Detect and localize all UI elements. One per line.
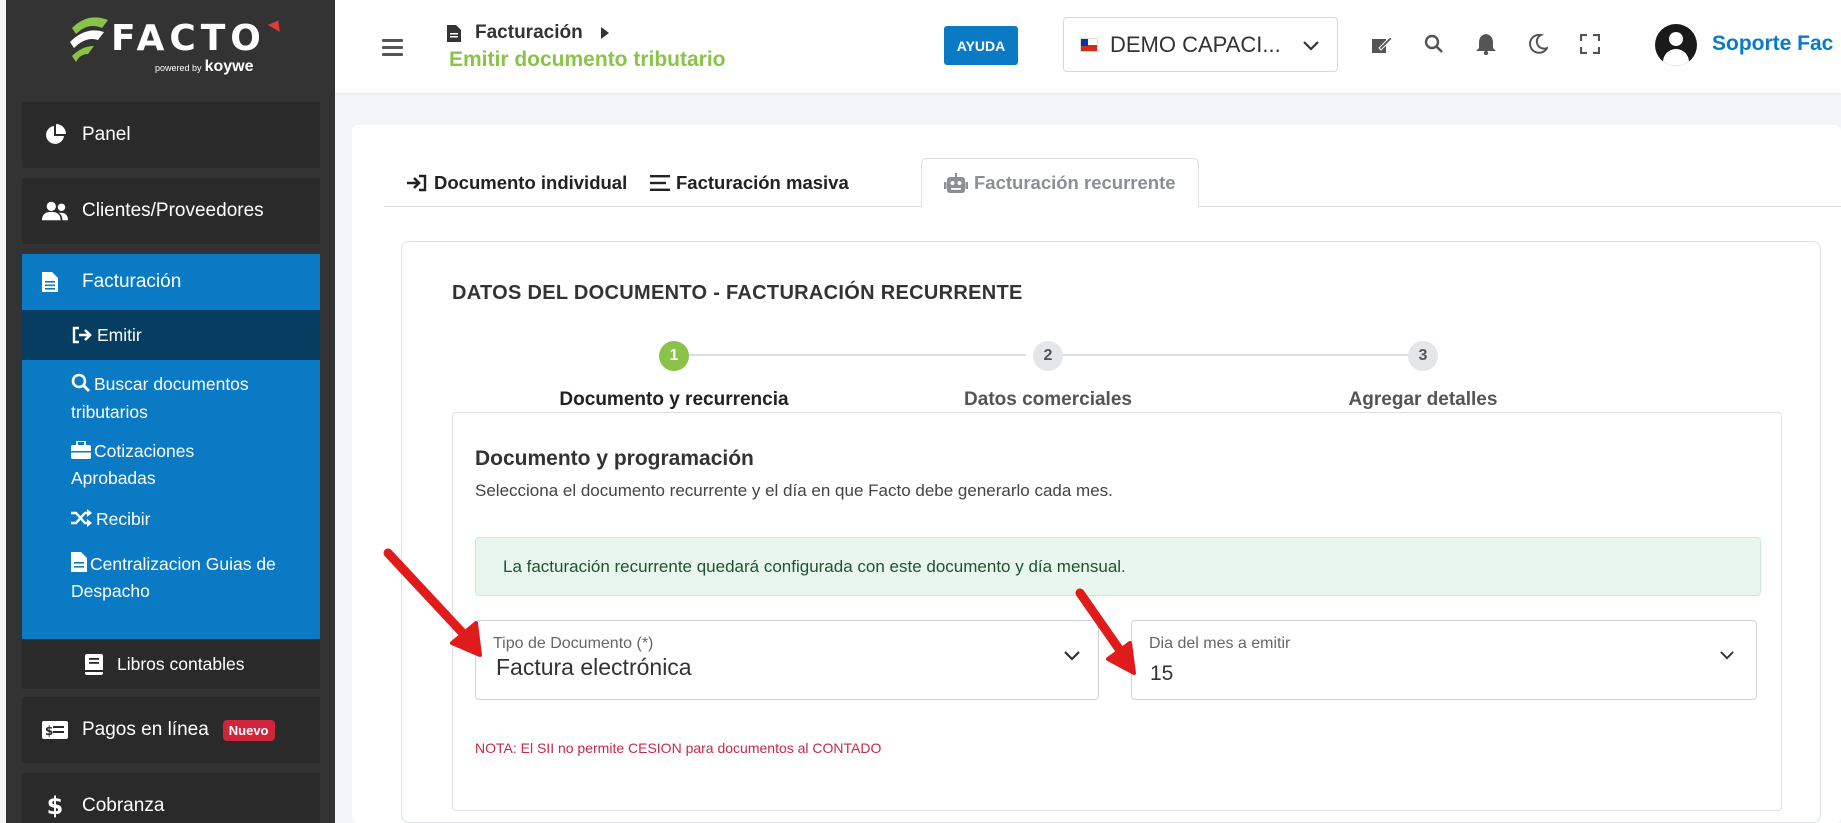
sidebar-item-libros[interactable]: Libros contables (22, 639, 320, 689)
annotation-arrow-icon (1075, 588, 1136, 675)
step-3-circle[interactable]: 3 (1408, 341, 1438, 371)
sidebar-subitem-recibir[interactable]: Recibir (22, 491, 320, 534)
chile-flag-icon (1080, 37, 1098, 52)
book-icon (83, 653, 105, 675)
sign-out-icon (71, 326, 93, 344)
form-title: DATOS DEL DOCUMENTO - FACTURACIÓN RECURR… (452, 282, 1023, 304)
sidebar-item-label: Pagos en línea (82, 719, 209, 740)
chevron-down-icon (1303, 41, 1319, 51)
sidebar-subitem-label: Recibir (96, 509, 151, 529)
file-icon (42, 272, 68, 292)
file-icon (447, 24, 461, 42)
fullscreen-icon[interactable] (1578, 32, 1602, 56)
step-1-circle[interactable]: 1 (659, 341, 689, 371)
search-icon (71, 373, 91, 400)
company-select[interactable]: DEMO CAPACI... (1063, 17, 1338, 72)
file-icon (71, 552, 87, 579)
tab-documento-individual[interactable]: Documento individual (406, 158, 627, 207)
tab-label: Facturación recurrente (974, 172, 1176, 193)
wizard-stepper: 1 2 3 Documento y recurrencia Datos come… (452, 337, 1782, 410)
sidebar-subitem-label: Emitir (97, 324, 142, 345)
avatar[interactable] (1655, 24, 1697, 66)
company-name: DEMO CAPACI... (1110, 31, 1281, 57)
bell-icon[interactable] (1474, 32, 1498, 56)
caret-right-icon (600, 27, 609, 39)
step-2-label: Datos comerciales (964, 389, 1132, 410)
tab-facturacion-recurrente[interactable]: Facturación recurrente (921, 158, 1199, 208)
document-type-label: Tipo de Documento (*) (493, 635, 654, 652)
sidebar-subitem-centralizacion[interactable]: Centralizacion Guias de Despacho (22, 534, 320, 604)
svg-text:$: $ (45, 724, 53, 738)
logo-accent (267, 17, 285, 32)
sidebar: FACTO powered by koywe Panel Clientes/Pr… (6, 0, 335, 823)
section-title: Documento y programación (475, 447, 754, 470)
sidebar-item-cobranza[interactable]: $ Cobranza (22, 773, 320, 823)
logo-powered-label: powered by (155, 63, 202, 73)
sidebar-item-clientes[interactable]: Clientes/Proveedores (22, 178, 320, 244)
moon-icon[interactable] (1526, 32, 1550, 56)
page-title: Emitir documento tributario (449, 48, 726, 71)
sidebar-group-facturacion: Facturación Emitir Buscar documentos tri… (22, 254, 320, 639)
day-of-month-value: 15 (1150, 662, 1174, 685)
signature-icon[interactable] (1370, 32, 1394, 56)
logo-brand: koywe (204, 58, 254, 75)
content-card: Documento individual Facturación masiva … (352, 125, 1841, 823)
dollar-icon: $ (46, 792, 64, 820)
facto-logo[interactable]: FACTO powered by koywe (61, 12, 291, 78)
tab-label: Documento individual (434, 171, 628, 193)
sidebar-subitem-label: Centralizacion Guias de Despacho (71, 554, 276, 601)
top-header: Facturación Emitir documento tributario … (335, 0, 1841, 93)
breadcrumb: Facturación (447, 22, 609, 44)
sidebar-item-label: Panel (82, 124, 131, 145)
money-bill-icon: $ (42, 719, 68, 741)
shuffle-icon (71, 509, 93, 534)
search-icon[interactable] (1422, 32, 1446, 56)
step-3-label: Agregar detalles (1348, 389, 1498, 410)
sidebar-subitem-emitir[interactable]: Emitir (22, 310, 320, 360)
sidebar-item-panel[interactable]: Panel (22, 102, 320, 168)
pie-chart-icon (42, 124, 68, 146)
day-of-month-label: Dia del mes a emitir (1149, 635, 1291, 652)
annotation-arrow-icon (383, 548, 482, 657)
logo-text: FACTO (111, 18, 266, 59)
menu-toggle-icon[interactable] (382, 39, 403, 60)
sidebar-item-label: Libros contables (117, 653, 245, 674)
sidebar-subitem-label: Buscar documentos tributarios (71, 374, 249, 422)
logo-powered-by: powered by koywe (155, 58, 254, 76)
section-description: Selecciona el documento recurrente y el … (475, 481, 1113, 500)
sii-note: NOTA: El SII no permite CESION para docu… (475, 740, 882, 756)
robot-icon (944, 173, 968, 193)
sidebar-item-label: Facturación (82, 271, 182, 292)
sidebar-item-pagos[interactable]: $ Pagos en línea Nuevo (22, 697, 320, 763)
sidebar-subitem-cotizaciones[interactable]: Cotizaciones Aprobadas (22, 425, 320, 491)
new-badge: Nuevo (222, 719, 275, 741)
document-type-value: Factura electrónica (496, 654, 692, 680)
help-button[interactable]: AYUDA (944, 26, 1018, 65)
users-icon (42, 200, 68, 222)
sidebar-item-label: Clientes/Proveedores (82, 200, 264, 221)
tab-facturacion-masiva[interactable]: Facturación masiva (650, 158, 849, 207)
logo-mark-icon (70, 17, 108, 62)
step-connector (1051, 354, 1412, 356)
step-2-circle[interactable]: 2 (1033, 341, 1063, 371)
chevron-down-icon (1720, 651, 1734, 660)
briefcase-icon (71, 440, 91, 466)
step-connector (681, 354, 1026, 356)
sidebar-item-label: Cobranza (82, 795, 165, 816)
document-type-select[interactable]: Tipo de Documento (*) Factura electrónic… (475, 620, 1099, 700)
step-1-label: Documento y recurrencia (559, 389, 789, 410)
breadcrumb-item[interactable]: Facturación (475, 22, 583, 44)
sign-in-icon (406, 174, 428, 192)
tab-bar: Documento individual Facturación masiva … (384, 158, 1841, 208)
user-name[interactable]: Soporte Fac (1712, 32, 1833, 56)
list-icon (650, 174, 670, 191)
tab-label: Facturación masiva (676, 171, 849, 193)
sidebar-item-facturacion[interactable]: Facturación (22, 254, 320, 310)
day-of-month-select[interactable]: Dia del mes a emitir 15 (1131, 620, 1757, 700)
sidebar-subitem-buscar[interactable]: Buscar documentos tributarios (22, 360, 320, 425)
